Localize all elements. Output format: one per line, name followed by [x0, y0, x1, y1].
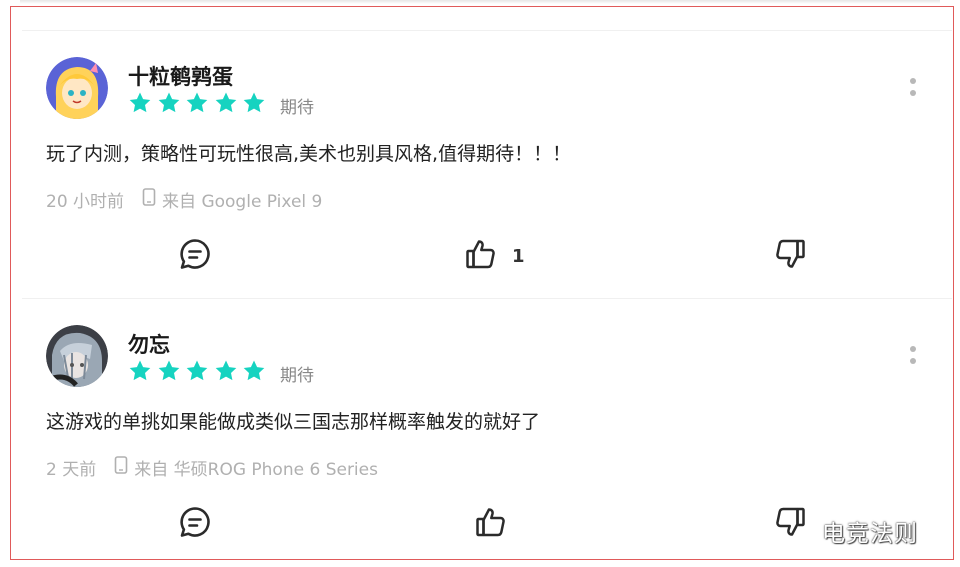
star-icon [185, 91, 209, 115]
top-divider [20, 0, 940, 4]
star-icon [157, 359, 181, 383]
comment-button[interactable] [178, 236, 212, 276]
review-content: 玩了内测，策略性可玩性很高,美术也别具风格,值得期待！！！ [46, 143, 572, 165]
rating-stars [128, 91, 271, 115]
review-card: 勿忘 期待 这游戏的单挑如果能做成类似三国志那样概率触发的就好了 2 天前 来自… [22, 298, 952, 567]
star-icon [242, 91, 266, 115]
username[interactable]: 勿忘 [128, 329, 170, 359]
review-tag: 期待 [280, 98, 314, 118]
like-button[interactable]: 1 [464, 236, 525, 276]
review-time: 2 天前 [46, 460, 97, 480]
thumb-up-icon [464, 237, 498, 275]
like-button[interactable] [474, 504, 522, 544]
review-device: 来自 华硕ROG Phone 6 Series [134, 460, 378, 480]
review-tag: 期待 [280, 366, 314, 386]
more-icon[interactable] [908, 76, 918, 100]
star-icon [185, 359, 209, 383]
star-icon [242, 359, 266, 383]
phone-icon [142, 188, 156, 211]
comment-icon [178, 237, 212, 275]
review-card: 十粒鹌鹑蛋 期待 玩了内测，策略性可玩性很高,美术也别具风格,值得期待！！！ 2… [22, 30, 952, 299]
username[interactable]: 十粒鹌鹑蛋 [128, 61, 233, 91]
review-meta: 20 小时前 来自 Google Pixel 9 [46, 187, 322, 212]
avatar[interactable] [46, 57, 108, 119]
thumb-down-icon [773, 505, 807, 543]
star-icon [214, 359, 238, 383]
like-count: 1 [512, 245, 525, 267]
review-actions [22, 504, 952, 544]
star-icon [157, 91, 181, 115]
star-icon [214, 91, 238, 115]
review-meta: 2 天前 来自 华硕ROG Phone 6 Series [46, 455, 378, 480]
comment-icon [178, 505, 212, 543]
dislike-button[interactable] [773, 236, 807, 276]
review-time: 20 小时前 [46, 192, 125, 212]
more-icon[interactable] [908, 344, 918, 368]
comment-button[interactable] [178, 504, 212, 544]
review-content: 这游戏的单挑如果能做成类似三国志那样概率触发的就好了 [46, 411, 541, 433]
avatar[interactable] [46, 325, 108, 387]
watermark: 电竞法则 [822, 521, 918, 547]
thumb-down-icon [773, 237, 807, 275]
thumb-up-icon [474, 505, 508, 543]
dislike-button[interactable] [773, 504, 807, 544]
review-device: 来自 Google Pixel 9 [162, 192, 323, 212]
star-icon [128, 359, 152, 383]
star-icon [128, 91, 152, 115]
phone-icon [114, 456, 128, 479]
review-actions: 1 [22, 236, 952, 276]
rating-stars [128, 359, 271, 383]
